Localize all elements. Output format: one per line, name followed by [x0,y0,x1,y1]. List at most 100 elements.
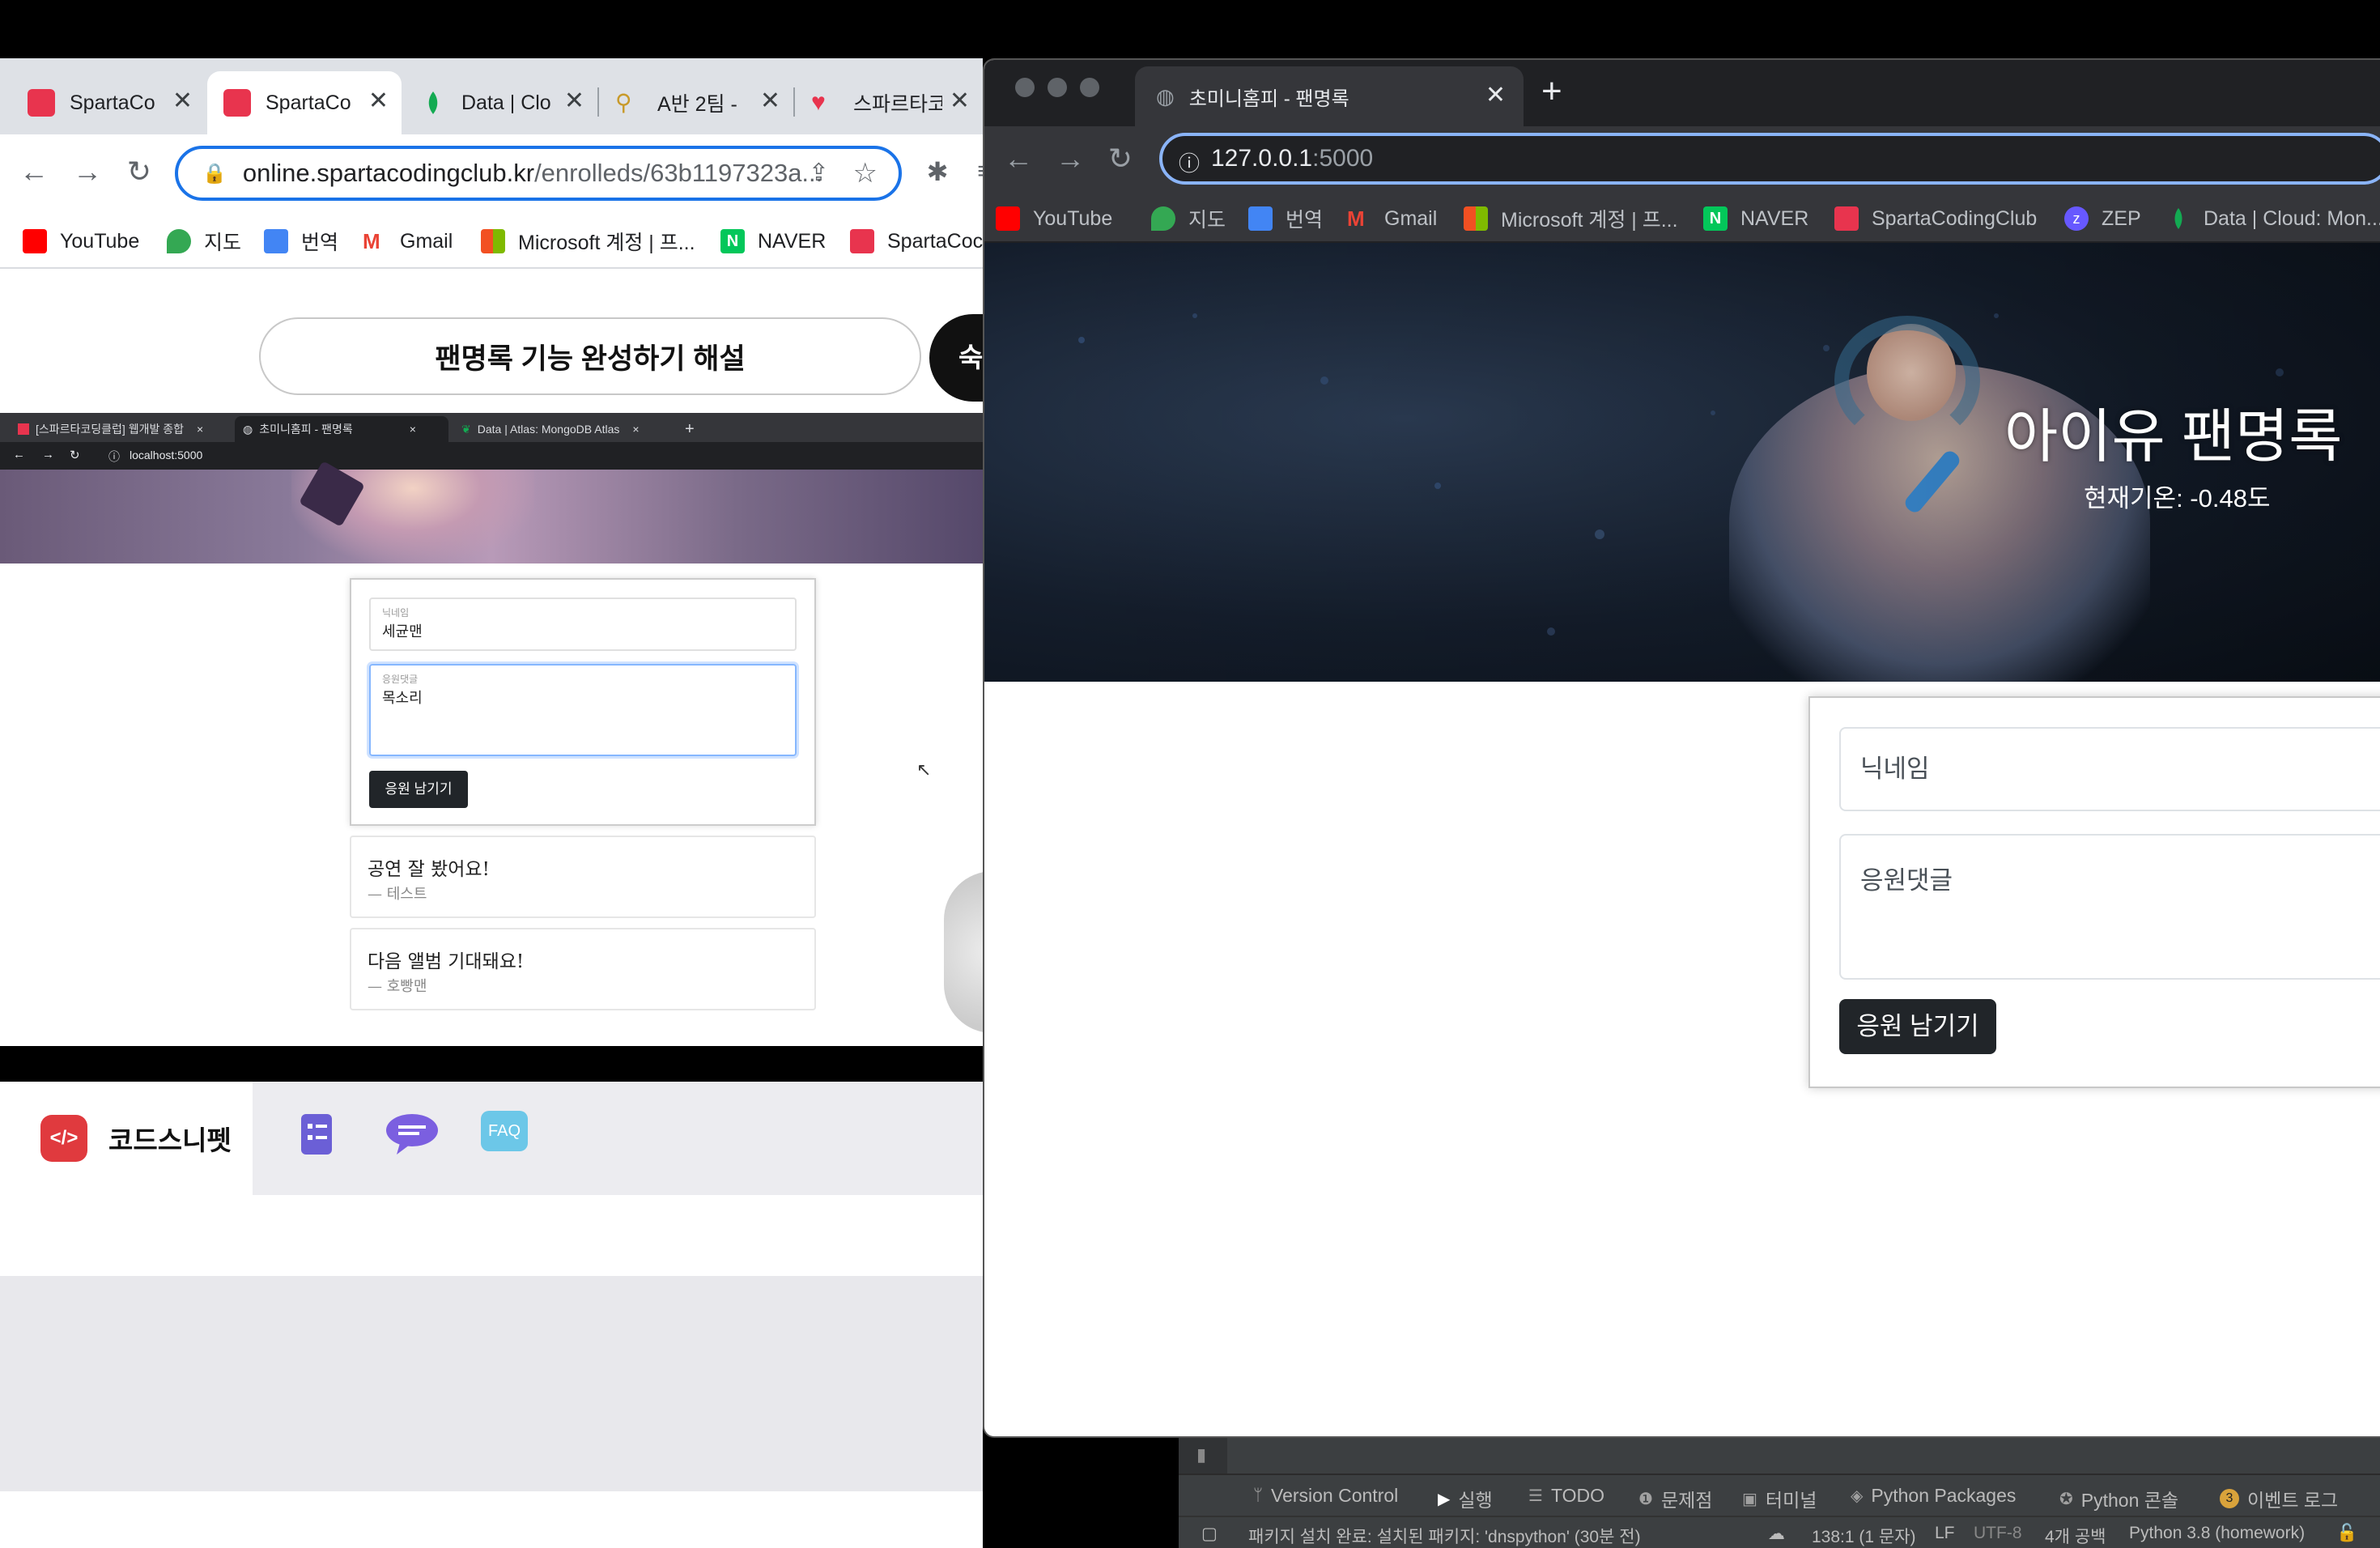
event-count-badge: 3 [2220,1489,2239,1508]
extensions-icon[interactable]: ✱ [920,154,955,189]
bookmark-gmail[interactable]: M Gmail [363,225,453,257]
sparta-favicon-icon [18,423,29,435]
bookmark-translate[interactable]: 번역 [264,225,338,257]
indent-setting[interactable]: 4개 공백 [2045,1524,2106,1548]
left-toolbar: ← → ↻ 🔒 online.spartacodingclub.kr/enrol… [0,134,983,214]
tool-terminal[interactable]: ▣ 터미널 [1742,1485,1817,1512]
bookmark-maps[interactable]: 지도 [1151,202,1226,235]
address-bar[interactable]: ⓘ 127.0.0.1:5000 [1159,133,2380,185]
tab-title: 초미니홈피 - 팬명록 [1188,87,1349,110]
tool-label: 터미널 [1765,1490,1817,1511]
tab-title: A반 2팀 - [657,93,737,116]
code-snippet-tab[interactable]: </> 코드스니펫 [0,1082,253,1195]
faq-icon[interactable]: FAQ [481,1111,528,1158]
tab-title: SpartaCo [266,91,351,114]
lecture-video[interactable]: [스파르타코딩클럽] 웹개발 종합 × ◍ 초미니홈피 - 팬명록 × ❦ Data |… [0,413,983,1036]
video-tab-title: Data | Atlas: MongoDB Atlas [477,423,620,436]
close-icon[interactable]: ✕ [760,89,780,113]
maximize-window-icon[interactable] [1080,78,1099,97]
bookmark-naver[interactable]: N NAVER [1703,202,1808,235]
bookmark-maps[interactable]: 지도 [167,225,241,257]
back-icon[interactable]: ← [16,154,52,189]
bookmark-gmail[interactable]: M Gmail [1347,202,1437,235]
status-message[interactable]: 패키지 설치 완료: 설치된 패키지: 'dnspython' (30분 전) [1248,1524,1641,1548]
bookmark-sparta[interactable]: SpartaCoc [850,225,983,257]
bookmark-sparta[interactable]: SpartaCodingClub [1834,202,2037,235]
forward-icon[interactable]: → [70,154,105,189]
menu-icon[interactable]: ≡ [967,154,983,189]
gmail-icon: M [1347,206,1365,231]
comment-field[interactable]: 응원댓글 [1839,834,2380,980]
list-icon: ☰ [1528,1487,1543,1505]
bookmark-label: Gmail [400,229,453,253]
video-hero-image [0,461,983,563]
close-icon[interactable]: ✕ [950,89,970,113]
submit-comment-button[interactable]: 응원 남기기 [1839,999,1996,1054]
file-encoding[interactable]: UTF-8 [1974,1524,2022,1543]
checklist-icon[interactable] [293,1111,340,1158]
zep-icon: z [2064,206,2089,231]
tool-label: Python 콘솔 [2080,1490,2179,1511]
nickname-field[interactable]: 닉네임 [1839,727,2380,811]
maps-pin-icon [1151,206,1175,231]
tool-problems[interactable]: ❶ 문제점 [1638,1485,1712,1512]
run-icon: ▶ [1438,1490,1451,1508]
bookmark-label: YouTube [1033,206,1113,230]
left-tab-3[interactable]: Data | Clo ✕ [403,71,597,134]
side-panel-tabs: </> 코드스니펫 FAQ [0,1082,983,1195]
bookmark-naver[interactable]: N NAVER [720,225,826,257]
bookmark-mongodb[interactable]: Data | Cloud: Mon... [2166,202,2380,235]
minimize-window-icon[interactable] [1048,78,1067,97]
address-bar[interactable]: 🔒 online.spartacodingclub.kr/enrolleds/6… [175,146,902,201]
sparta-icon [1834,206,1859,231]
line-ending[interactable]: LF [1935,1524,1955,1543]
panel-toggle-icon[interactable]: ▢ [1201,1524,1218,1544]
right-tab-active[interactable]: ◍ 초미니홈피 - 팬명록 ✕ [1135,66,1524,126]
youtube-icon [996,206,1020,231]
left-tab-5[interactable]: ♥ 스파르타코 ✕ [795,71,983,134]
bookmark-youtube[interactable]: YouTube [996,202,1112,235]
lesson-title[interactable]: 팬명록 기능 완성하기 해설 [259,317,921,395]
code-snippet-label: 코드스니펫 [108,1125,232,1155]
video-tab: [스파르타코딩클럽] 웹개발 종합 × [10,416,235,442]
left-tab-4[interactable]: ⚲ A반 2팀 - ✕ [599,71,793,134]
bookmark-microsoft[interactable]: Microsoft 계정 | 프... [1464,202,1678,235]
tool-run[interactable]: ▶ 실행 [1438,1485,1493,1512]
share-icon[interactable]: ⇪ [809,159,829,187]
new-tab-icon: + [685,419,695,438]
back-icon[interactable]: ← [1001,141,1036,176]
chat-icon[interactable] [384,1111,440,1158]
tool-version-control[interactable]: ᛘ Version Control [1253,1485,1398,1507]
url-path: /enrolleds/63b1197323a... [534,159,823,187]
close-icon[interactable]: ✕ [564,89,584,113]
bookmark-youtube[interactable]: YouTube [23,225,139,257]
left-tab-1[interactable]: SpartaCo ✕ [11,71,206,134]
left-tab-2[interactable]: SpartaCo ✕ [207,71,402,134]
close-icon: × [197,423,204,436]
cursor-position[interactable]: 138:1 (1 문자) [1812,1524,1916,1548]
bookmark-zep[interactable]: z ZEP [2064,202,2141,235]
tab-title: Data | Clo [461,91,550,114]
next-lesson-button[interactable]: 숙 [929,314,983,402]
tool-event-log[interactable]: 3 이벤트 로그 [2220,1485,2338,1512]
instructor-avatar [944,871,983,1033]
bookmark-translate[interactable]: 번역 [1248,202,1323,235]
guestbook-form: 닉네임 응원댓글 응원 남기기 [1808,696,2380,1088]
reload-icon[interactable]: ↻ [121,154,157,189]
new-tab-icon[interactable]: + [1541,71,1562,112]
star-icon[interactable]: ☆ [853,157,878,189]
close-icon[interactable]: ✕ [1485,81,1506,109]
forward-icon[interactable]: → [1052,141,1088,176]
reload-icon[interactable]: ↻ [1103,141,1138,176]
tool-todo[interactable]: ☰ TODO [1528,1485,1604,1507]
tool-python-console[interactable]: ✪ Python 콘솔 [2059,1485,2178,1512]
url-port: :5000 [1312,145,1374,172]
python-interpreter[interactable]: Python 3.8 (homework) [2129,1524,2305,1543]
mongodb-leaf-icon: ❦ [461,422,471,436]
tool-python-packages[interactable]: ◈ Python Packages [1851,1485,2016,1507]
lock-icon[interactable]: 🔓 [2336,1524,2357,1543]
bookmark-microsoft[interactable]: Microsoft 계정 | 프... [481,225,695,257]
close-icon[interactable]: ✕ [368,89,389,113]
close-icon[interactable]: ✕ [172,89,193,113]
close-window-icon[interactable] [1015,78,1035,97]
